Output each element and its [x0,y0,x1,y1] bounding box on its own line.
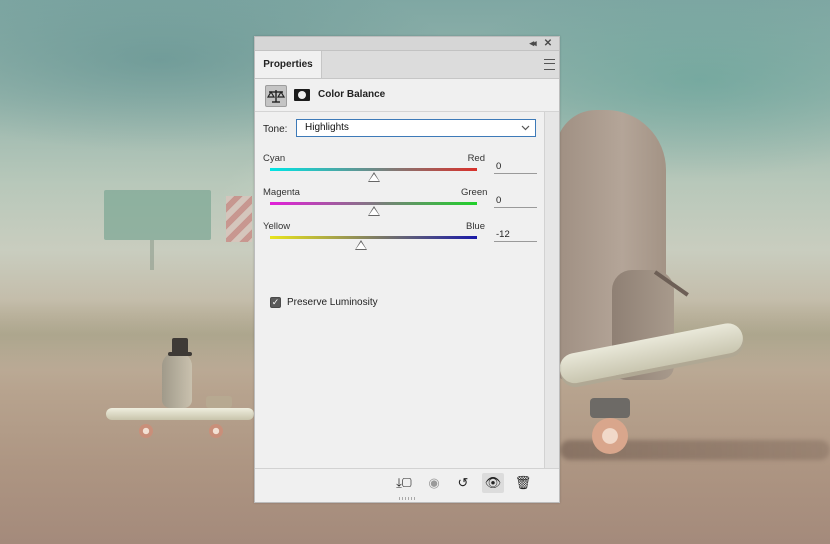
yellow-blue-value-field[interactable]: -12 [494,228,537,242]
preserve-luminosity-checkbox[interactable]: ✓ [270,297,281,308]
yellow-blue-slider-block: Yellow Blue -12 [255,221,544,255]
briefcase [206,396,232,408]
delete-icon[interactable]: 🗑 [512,473,534,493]
view-previous-state-icon[interactable]: ◉ [423,473,445,493]
magenta-green-value-field[interactable]: 0 [494,194,537,208]
road-sign [104,190,211,240]
slider-right-label: Red [467,153,485,164]
slider-right-label: Blue [465,221,485,232]
hamster [162,352,192,408]
resize-grip[interactable] [399,497,417,500]
preserve-luminosity-label: Preserve Luminosity [287,297,378,308]
panel-titlebar[interactable]: ◂◂ ✕ [255,37,559,51]
road-sign-post [150,240,154,270]
cyan-red-thumb[interactable] [367,172,380,182]
magenta-green-track[interactable] [270,202,477,205]
color-balance-icon[interactable] [265,85,287,107]
panel-scrollbar[interactable] [544,112,559,468]
tone-dropdown-value: Highlights [305,122,349,133]
properties-panel: ◂◂ ✕ Properties Color Balance Tone: High… [254,36,560,503]
slider-right-label: Green [461,187,488,198]
layer-mask-icon[interactable] [294,89,310,101]
yellow-blue-track[interactable] [270,236,477,239]
tone-dropdown[interactable]: Highlights [296,119,536,137]
reset-icon[interactable]: ↺ [452,473,474,493]
skateboard-truck [590,398,630,418]
top-hat-brim [168,352,192,356]
panel-footer: ⤓▢ ◉ ↺ 👁 🗑 [255,468,559,502]
skateboard-wheel [592,418,628,454]
collapse-panel-icon[interactable]: ◂◂ [525,37,539,50]
close-panel-icon[interactable]: ✕ [541,37,555,50]
chevron-down-icon [521,121,530,140]
adjustment-header: Color Balance [255,79,559,112]
panel-content: Tone: Highlights Cyan Red 0 Magenta Gree… [255,112,544,468]
slider-left-label: Magenta [263,187,300,198]
clip-to-layer-icon[interactable]: ⤓▢ [393,473,415,493]
skateboard-small [106,408,254,420]
tab-properties[interactable]: Properties [255,51,322,78]
striped-barrier [226,196,252,242]
tone-label: Tone: [263,124,288,135]
magenta-green-slider-block: Magenta Green 0 [255,187,544,221]
cyan-red-track[interactable] [270,168,477,171]
adjustment-title: Color Balance [318,89,386,100]
skateboard-wheel [139,424,153,438]
slider-left-label: Cyan [263,153,286,164]
magenta-green-thumb[interactable] [367,206,380,216]
skateboard-wheel [209,424,223,438]
tab-bar: Properties [255,51,559,79]
scales-icon [266,90,286,103]
cyan-red-slider-block: Cyan Red 0 [255,153,544,187]
cyan-red-value-field[interactable]: 0 [494,160,537,174]
slider-left-label: Yellow [263,221,291,232]
yellow-blue-thumb[interactable] [355,240,368,250]
panel-menu-icon[interactable] [544,59,555,70]
toggle-visibility-icon[interactable]: 👁 [482,473,504,493]
